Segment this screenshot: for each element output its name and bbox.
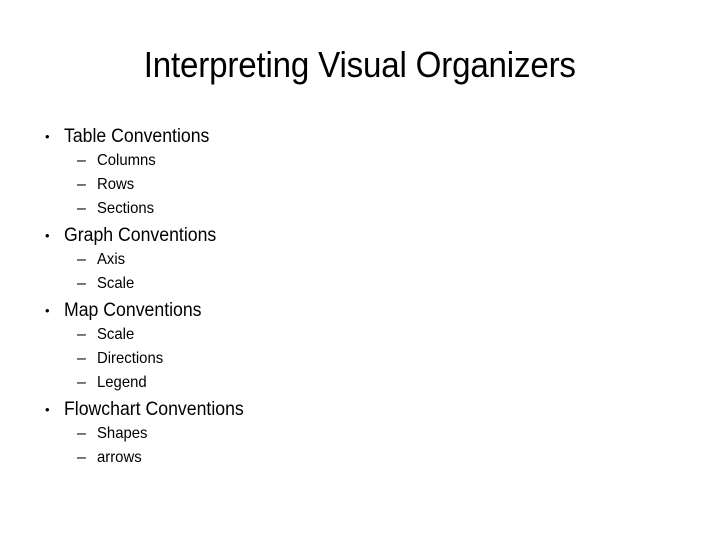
bullet-dash-icon: –: [77, 425, 86, 442]
bullet-dot-icon: •: [45, 228, 50, 243]
bullet-dash-icon: –: [77, 374, 86, 391]
bullet-item-level2[interactable]: – Legend: [40, 371, 680, 395]
slide-canvas: Interpreting Visual Organizers • Table C…: [0, 0, 720, 540]
bullet-label: Graph Conventions: [64, 225, 217, 246]
bullet-label: Scale: [97, 275, 135, 292]
bullet-label: Map Conventions: [64, 300, 202, 321]
bullet-label: Rows: [97, 176, 135, 193]
bullet-group-table-conventions: • Table Conventions – Columns – Rows – S…: [40, 124, 680, 221]
bullet-dash-icon: –: [77, 152, 86, 169]
slide-title: Interpreting Visual Organizers: [36, 44, 684, 86]
bullet-dash-icon: –: [77, 251, 86, 268]
bullet-dash-icon: –: [77, 350, 86, 367]
bullet-label: Legend: [97, 374, 147, 391]
bullet-label: Sections: [97, 200, 155, 217]
bullet-group-flowchart-conventions: • Flowchart Conventions – Shapes – arrow…: [40, 397, 680, 470]
bullet-item-level2[interactable]: – Directions: [40, 347, 680, 371]
bullet-item-level1[interactable]: • Graph Conventions: [40, 223, 680, 248]
slide-body-content: • Table Conventions – Columns – Rows – S…: [40, 124, 680, 470]
bullet-dash-icon: –: [77, 176, 86, 193]
bullet-label: arrows: [97, 449, 142, 466]
bullet-label: Columns: [97, 152, 156, 169]
bullet-item-level2[interactable]: – Axis: [40, 248, 680, 272]
bullet-item-level1[interactable]: • Map Conventions: [40, 298, 680, 323]
bullet-group-graph-conventions: • Graph Conventions – Axis – Scale: [40, 223, 680, 296]
bullet-item-level1[interactable]: • Flowchart Conventions: [40, 397, 680, 422]
bullet-label: Table Conventions: [64, 126, 210, 147]
bullet-dash-icon: –: [77, 326, 86, 343]
bullet-label: Axis: [97, 251, 126, 268]
bullet-item-level2[interactable]: – Scale: [40, 323, 680, 347]
bullet-label: Flowchart Conventions: [64, 399, 244, 420]
bullet-item-level2[interactable]: – Scale: [40, 272, 680, 296]
bullet-item-level2[interactable]: – Rows: [40, 173, 680, 197]
bullet-dot-icon: •: [45, 402, 50, 417]
bullet-item-level2[interactable]: – Sections: [40, 197, 680, 221]
bullet-label: Directions: [97, 350, 164, 367]
bullet-dash-icon: –: [77, 449, 86, 466]
bullet-label: Scale: [97, 326, 135, 343]
bullet-group-map-conventions: • Map Conventions – Scale – Directions –…: [40, 298, 680, 395]
bullet-dot-icon: •: [45, 303, 50, 318]
bullet-item-level2[interactable]: – Columns: [40, 149, 680, 173]
bullet-item-level2[interactable]: – Shapes: [40, 422, 680, 446]
bullet-dash-icon: –: [77, 200, 86, 217]
bullet-dot-icon: •: [45, 129, 50, 144]
slide-title-text: Interpreting Visual Organizers: [143, 44, 576, 85]
bullet-label: Shapes: [97, 425, 148, 442]
bullet-item-level2[interactable]: – arrows: [40, 446, 680, 470]
bullet-item-level1[interactable]: • Table Conventions: [40, 124, 680, 149]
bullet-dash-icon: –: [77, 275, 86, 292]
